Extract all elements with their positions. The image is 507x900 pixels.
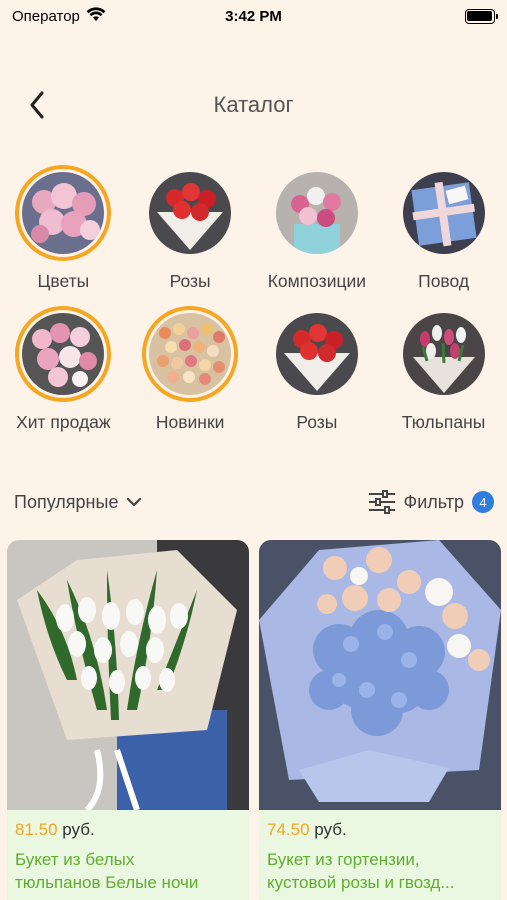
- price-row: 74.50 руб.: [267, 820, 493, 840]
- product-info: 81.50 руб. Букет из белых тюльпанов Белы…: [7, 810, 249, 894]
- category-label: Розы: [169, 271, 211, 291]
- category-label: Композиции: [267, 271, 367, 291]
- category-image: [395, 165, 492, 261]
- product-info: 74.50 руб. Букет из гортензии, кустовой …: [259, 810, 501, 894]
- product-name-line: тюльпанов Белые ночи: [15, 873, 199, 892]
- sliders-icon: [368, 490, 395, 514]
- sort-label: Популярные: [14, 491, 119, 512]
- carrier-label: Оператор: [12, 7, 80, 25]
- product-name-line: Букет из белых: [15, 850, 135, 869]
- category-image: [15, 165, 112, 261]
- category-roses-2[interactable]: Розы: [254, 306, 381, 433]
- filter-count-badge: 4: [472, 491, 494, 513]
- clock: 3:42 PM: [225, 7, 282, 25]
- category-label: Тюльпаны: [401, 412, 486, 432]
- gift-box-photo: [402, 172, 485, 254]
- product-name: Букет из белых тюльпанов Белые ночи: [15, 848, 241, 894]
- status-bar: Оператор 3:42 PM: [0, 0, 507, 32]
- category-label: Новинки: [155, 412, 225, 432]
- product-card[interactable]: 74.50 руб. Букет из гортензии, кустовой …: [259, 540, 501, 900]
- category-label: Цветы: [37, 271, 90, 291]
- peonies-bouquet-photo: [22, 313, 105, 395]
- category-bestsellers[interactable]: Хит продаж: [0, 306, 127, 433]
- category-label: Розы: [296, 412, 338, 432]
- red-roses-photo: [149, 172, 232, 254]
- sort-filter-bar: Популярные Фильтр 4: [14, 484, 494, 520]
- category-tulips[interactable]: Тюльпаны: [380, 306, 507, 433]
- sort-dropdown[interactable]: Популярные: [14, 492, 142, 513]
- back-button[interactable]: [22, 90, 52, 120]
- category-label: Хит продаж: [16, 412, 111, 432]
- price-currency: руб.: [314, 820, 347, 839]
- tulips-photo: [402, 313, 485, 395]
- category-grid: Цветы Розы Композиции Повод Хит продаж Н…: [0, 165, 507, 433]
- category-new[interactable]: Новинки: [127, 306, 254, 433]
- chevron-down-icon: [127, 497, 142, 507]
- status-left: Оператор: [12, 6, 162, 26]
- category-image: [268, 306, 365, 402]
- category-image: [15, 306, 112, 402]
- category-image: [142, 165, 239, 261]
- price-value: 74.50: [267, 820, 310, 839]
- filter-button[interactable]: Фильтр 4: [368, 490, 494, 514]
- red-roses-photo: [275, 313, 358, 395]
- product-name: Букет из гортензии, кустовой розы и гвоз…: [267, 848, 493, 894]
- filter-label: Фильтр: [403, 491, 464, 512]
- price-value: 81.50: [15, 820, 58, 839]
- product-name-line: кустовой розы и гвозд...: [267, 873, 455, 892]
- header: Каталог: [0, 80, 507, 130]
- page-title: Каталог: [213, 92, 294, 117]
- category-image: [268, 165, 365, 261]
- category-label: Повод: [418, 271, 470, 291]
- category-occasion[interactable]: Повод: [380, 165, 507, 292]
- price-currency: руб.: [62, 820, 95, 839]
- category-image: [142, 306, 239, 402]
- category-flowers[interactable]: Цветы: [0, 165, 127, 292]
- hydrangea-bouquet-photo: [259, 540, 501, 810]
- chevron-left-icon: [30, 91, 44, 119]
- mixed-roses-photo: [149, 313, 232, 395]
- category-roses[interactable]: Розы: [127, 165, 254, 292]
- peonies-photo: [22, 172, 105, 254]
- white-tulips-bouquet-photo: [7, 540, 249, 810]
- category-image: [395, 306, 492, 402]
- box-arrangement-photo: [275, 172, 358, 254]
- battery-icon: [464, 8, 498, 24]
- product-name-line: Букет из гортензии,: [267, 850, 420, 869]
- wifi-icon: [86, 6, 106, 26]
- price-row: 81.50 руб.: [15, 820, 241, 840]
- category-compositions[interactable]: Композиции: [254, 165, 381, 292]
- product-card[interactable]: 81.50 руб. Букет из белых тюльпанов Белы…: [7, 540, 249, 900]
